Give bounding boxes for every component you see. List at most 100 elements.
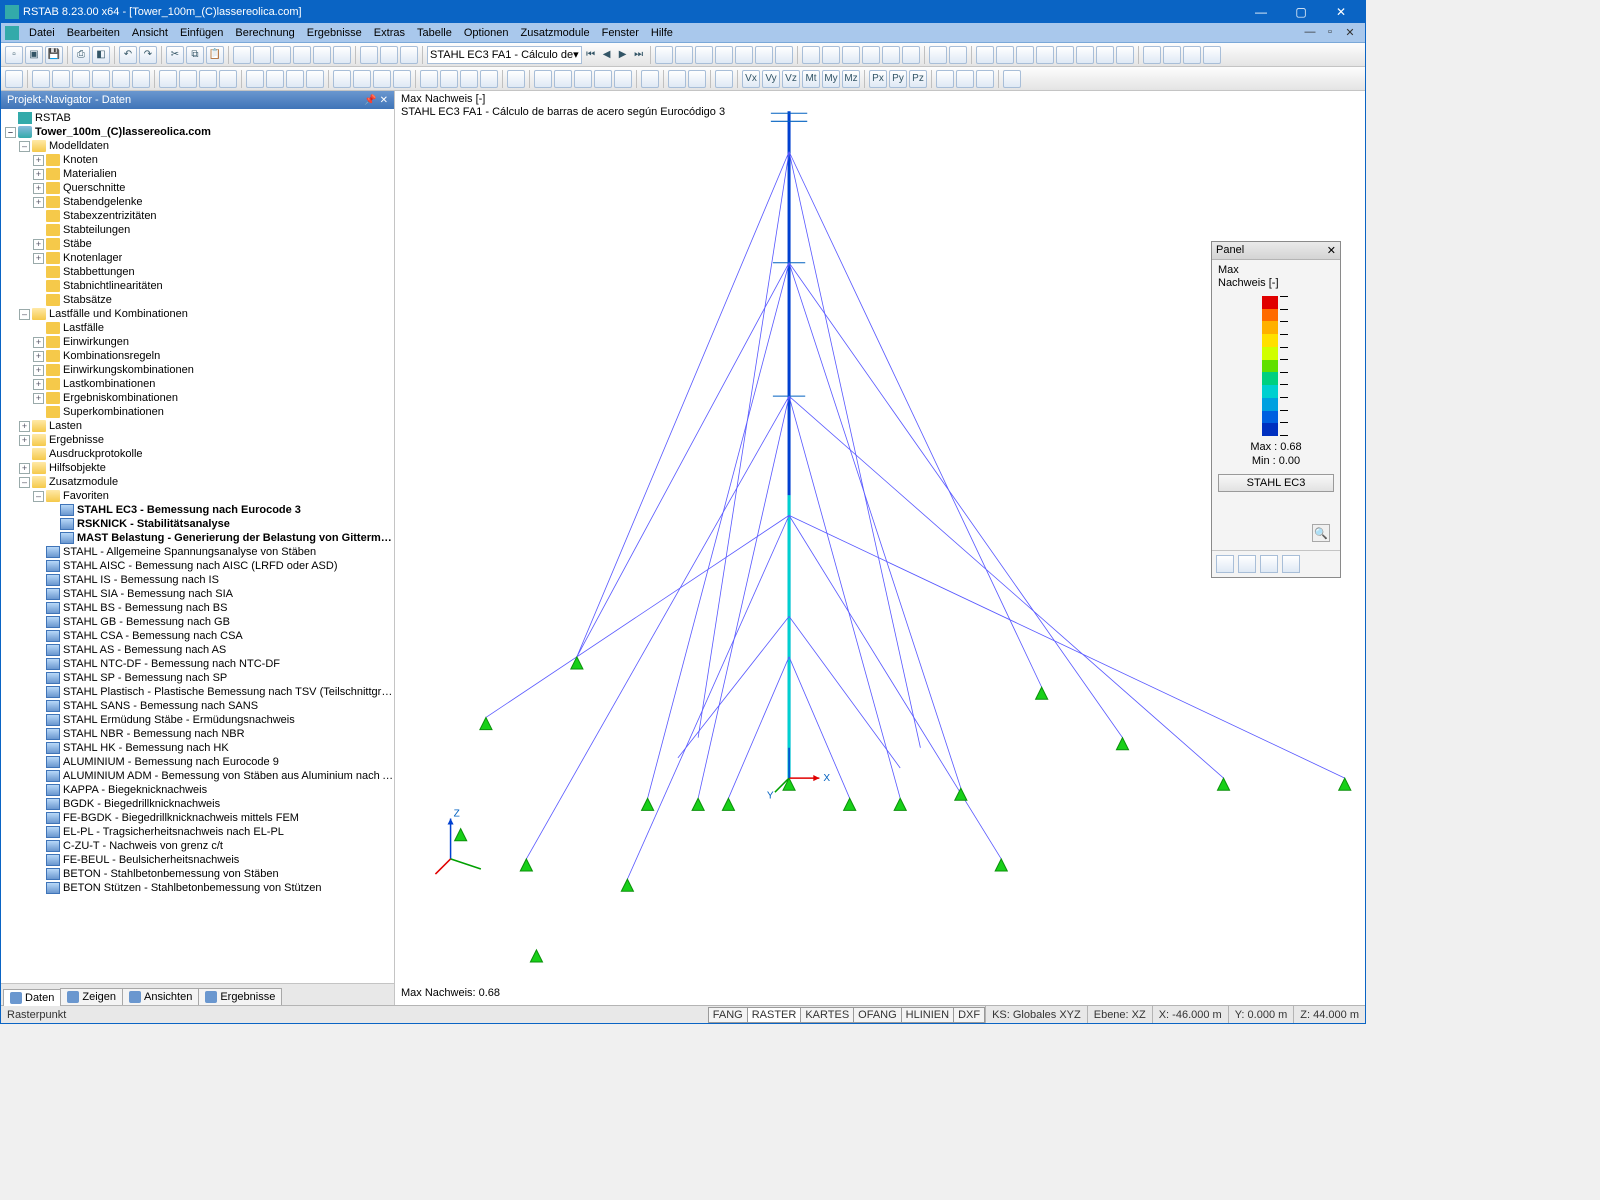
tb2-g[interactable] (132, 70, 150, 88)
tree-node[interactable]: BETON Stützen - Stahlbetonbemessung von … (3, 881, 394, 895)
tb-m[interactable] (715, 46, 733, 64)
tree-node[interactable]: +Einwirkungen (3, 335, 394, 349)
tree-node[interactable]: +Stäbe (3, 237, 394, 251)
tb2-r[interactable] (373, 70, 391, 88)
tree-node[interactable]: Stabexzentrizitäten (3, 209, 394, 223)
panel-module-button[interactable]: STAHL EC3 (1218, 474, 1334, 492)
menu-zusatzmodule[interactable]: Zusatzmodule (515, 25, 596, 41)
tb2-q[interactable] (353, 70, 371, 88)
tb-n[interactable] (735, 46, 753, 64)
tree-node[interactable]: STAHL HK - Bemessung nach HK (3, 741, 394, 755)
tree-node[interactable]: +Hilfsobjekte (3, 461, 394, 475)
tb-print[interactable]: ⎙ (72, 46, 90, 64)
tb2-ah[interactable]: Vx (742, 70, 760, 88)
tb2-l[interactable] (246, 70, 264, 88)
menu-einfuegen[interactable]: Einfügen (174, 25, 229, 41)
tb-ai[interactable] (1183, 46, 1201, 64)
tree-node[interactable]: STAHL NTC-DF - Bemessung nach NTC-DF (3, 657, 394, 671)
nav-tab-daten[interactable]: Daten (3, 989, 61, 1006)
tb2-ab[interactable] (594, 70, 612, 88)
menu-tabelle[interactable]: Tabelle (411, 25, 458, 41)
menu-fenster[interactable]: Fenster (596, 25, 645, 41)
panel-icon-1[interactable] (1216, 555, 1234, 573)
tree-node[interactable]: STAHL SIA - Bemessung nach SIA (3, 587, 394, 601)
tree-node[interactable]: STAHL CSA - Bemessung nach CSA (3, 629, 394, 643)
tb2-ag[interactable] (715, 70, 733, 88)
tb-paste[interactable]: 📋 (206, 46, 224, 64)
tb-ad[interactable] (1076, 46, 1094, 64)
menu-hilfe[interactable]: Hilfe (645, 25, 679, 41)
tree-node[interactable]: +Lasten (3, 419, 394, 433)
tb-v[interactable] (902, 46, 920, 64)
tb-cut[interactable]: ✂ (166, 46, 184, 64)
status-tab-raster[interactable]: RASTER (747, 1007, 802, 1023)
tree-node[interactable]: –Zusatzmodule (3, 475, 394, 489)
tb2-j[interactable] (199, 70, 217, 88)
tb-x[interactable] (949, 46, 967, 64)
tree-node[interactable]: FE-BGDK - Biegedrillknicknachweis mittel… (3, 811, 394, 825)
tb-af[interactable] (1116, 46, 1134, 64)
tree-node[interactable]: Ausdruckprotokolle (3, 447, 394, 461)
tree-node[interactable]: –Lastfälle und Kombinationen (3, 307, 394, 321)
tree-node[interactable]: STAHL BS - Bemessung nach BS (3, 601, 394, 615)
tb2-b[interactable] (32, 70, 50, 88)
panel-zoom-button[interactable]: 🔍 (1312, 524, 1330, 542)
tree-node[interactable]: Stabteilungen (3, 223, 394, 237)
tb2-ae[interactable] (668, 70, 686, 88)
tree-node[interactable]: STAHL AISC - Bemessung nach AISC (LRFD o… (3, 559, 394, 573)
tb2-e[interactable] (92, 70, 110, 88)
tb-open[interactable]: ▣ (25, 46, 43, 64)
tree-node[interactable]: STAHL IS - Bemessung nach IS (3, 573, 394, 587)
tb-e[interactable] (313, 46, 331, 64)
tb-first[interactable]: ⏮ (584, 46, 598, 64)
tb-new[interactable]: ▫ (5, 46, 23, 64)
tb-undo[interactable]: ↶ (119, 46, 137, 64)
navigator-tree[interactable]: RSTAB–Tower_100m_(C)lassereolica.com–Mod… (1, 109, 394, 983)
tb2-ap[interactable]: Pz (909, 70, 927, 88)
mdi-restore[interactable]: ▫ (1323, 26, 1337, 39)
tb-k[interactable] (675, 46, 693, 64)
tb-aj[interactable] (1203, 46, 1221, 64)
tb2-ai[interactable]: Vy (762, 70, 780, 88)
menu-berechnung[interactable]: Berechnung (229, 25, 300, 41)
menu-ergebnisse[interactable]: Ergebnisse (301, 25, 368, 41)
maximize-button[interactable]: ▢ (1281, 1, 1321, 23)
menu-extras[interactable]: Extras (368, 25, 411, 41)
tree-node[interactable]: +Einwirkungskombinationen (3, 363, 394, 377)
tree-node[interactable]: RSTAB (3, 111, 394, 125)
status-tab-kartes[interactable]: KARTES (800, 1007, 854, 1023)
tb-aa[interactable] (1016, 46, 1034, 64)
tree-node[interactable]: +Stabendgelenke (3, 195, 394, 209)
tb2-s[interactable] (393, 70, 411, 88)
tree-node[interactable]: +Materialien (3, 167, 394, 181)
tb-w[interactable] (929, 46, 947, 64)
status-tab-ofang[interactable]: OFANG (853, 1007, 902, 1023)
tb-ah[interactable] (1163, 46, 1181, 64)
tb-p[interactable] (775, 46, 793, 64)
panel-close-icon[interactable]: ✕ (1327, 244, 1336, 257)
navigator-pin-icon[interactable]: 📌 ✕ (364, 95, 388, 106)
nav-tab-ansichten[interactable]: Ansichten (122, 988, 199, 1005)
menu-ansicht[interactable]: Ansicht (126, 25, 174, 41)
tb2-h[interactable] (159, 70, 177, 88)
tb2-ar[interactable] (956, 70, 974, 88)
tb-f[interactable] (333, 46, 351, 64)
tb-ab[interactable] (1036, 46, 1054, 64)
tree-node[interactable]: –Modelldaten (3, 139, 394, 153)
tb2-v[interactable] (460, 70, 478, 88)
tree-node[interactable]: +Knotenlager (3, 251, 394, 265)
tb2-ac[interactable] (614, 70, 632, 88)
tb2-am[interactable]: Mz (842, 70, 860, 88)
tb2-f[interactable] (112, 70, 130, 88)
tree-node[interactable]: C-ZU-T - Nachweis von grenz c/t (3, 839, 394, 853)
tb-u[interactable] (882, 46, 900, 64)
tb-d[interactable] (293, 46, 311, 64)
tb2-al[interactable]: My (822, 70, 840, 88)
tb2-as[interactable] (976, 70, 994, 88)
tb-ag[interactable] (1143, 46, 1161, 64)
tb-q[interactable] (802, 46, 820, 64)
tb2-x[interactable] (507, 70, 525, 88)
loadcase-combo[interactable]: STAHL EC3 FA1 - Cálculo de▾ (427, 46, 582, 64)
mdi-minimize[interactable]: — (1303, 26, 1317, 39)
panel-icon-4[interactable] (1282, 555, 1300, 573)
